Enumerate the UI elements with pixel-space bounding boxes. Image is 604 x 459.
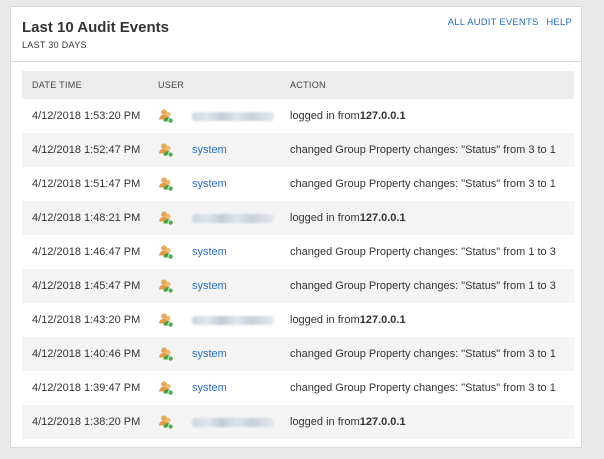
user-link[interactable]: system — [192, 382, 227, 394]
column-header-user: USER — [158, 80, 185, 90]
event-action: changed Group Property changes: "Status"… — [290, 337, 556, 371]
action-text: logged in from — [290, 110, 360, 122]
redacted-username[interactable] — [192, 111, 274, 121]
event-action: logged in from 127.0.0.1 — [290, 303, 406, 337]
table-row: 4/12/2018 1:38:20 PM logged in from 127.… — [22, 405, 574, 439]
widget-title: Last 10 Audit Events — [22, 19, 169, 36]
event-user: system — [192, 269, 227, 303]
event-user: system — [192, 235, 227, 269]
audit-events-widget: Last 10 Audit Events LAST 30 DAYS ALL AU… — [10, 6, 582, 448]
event-date: 4/12/2018 1:39:47 PM — [32, 382, 141, 394]
user-link[interactable]: system — [192, 246, 227, 258]
action-ip-address: 127.0.0.1 — [359, 212, 406, 224]
event-action: changed Group Property changes: "Status"… — [290, 235, 556, 269]
event-date: 4/12/2018 1:45:47 PM — [32, 280, 141, 292]
event-user — [192, 405, 274, 439]
user-group-icon — [158, 303, 174, 337]
event-action: logged in from 127.0.0.1 — [290, 201, 406, 235]
action-text: changed Group Property changes: "Status"… — [290, 144, 556, 156]
redacted-username[interactable] — [192, 417, 274, 427]
user-group-icon — [158, 337, 174, 371]
event-date: 4/12/2018 1:48:21 PM — [32, 212, 141, 224]
action-text: logged in from — [290, 212, 360, 224]
event-action: logged in from 127.0.0.1 — [290, 99, 406, 133]
table-row: 4/12/2018 1:43:20 PM logged in from 127.… — [22, 303, 574, 337]
table-header-row: DATE TIME USER ACTION — [22, 71, 574, 99]
redacted-username[interactable] — [192, 315, 274, 325]
event-date: 4/12/2018 1:40:46 PM — [32, 348, 141, 360]
action-text: logged in from — [290, 314, 360, 326]
table-row: 4/12/2018 1:45:47 PM system changed Grou… — [22, 269, 574, 303]
action-ip-address: 127.0.0.1 — [359, 314, 406, 326]
user-link[interactable]: system — [192, 178, 227, 190]
user-group-icon — [158, 201, 174, 235]
table-row: 4/12/2018 1:40:46 PM system changed Grou… — [22, 337, 574, 371]
event-user — [192, 303, 274, 337]
help-link[interactable]: HELP — [546, 17, 572, 28]
event-user: system — [192, 337, 227, 371]
table-row: 4/12/2018 1:39:47 PM system changed Grou… — [22, 371, 574, 405]
audit-events-table: DATE TIME USER ACTION 4/12/2018 1:53:20 … — [22, 71, 574, 439]
event-date: 4/12/2018 1:43:20 PM — [32, 314, 141, 326]
event-action: changed Group Property changes: "Status"… — [290, 371, 556, 405]
user-group-icon — [158, 133, 174, 167]
event-user — [192, 99, 274, 133]
event-date: 4/12/2018 1:38:20 PM — [32, 416, 141, 428]
action-text: changed Group Property changes: "Status"… — [290, 246, 556, 258]
table-body: 4/12/2018 1:53:20 PM logged in from 127.… — [22, 99, 574, 439]
event-action: changed Group Property changes: "Status"… — [290, 167, 556, 201]
user-link[interactable]: system — [192, 348, 227, 360]
table-row: 4/12/2018 1:48:21 PM logged in from 127.… — [22, 201, 574, 235]
widget-header: Last 10 Audit Events LAST 30 DAYS ALL AU… — [11, 7, 581, 62]
event-date: 4/12/2018 1:46:47 PM — [32, 246, 141, 258]
event-date: 4/12/2018 1:51:47 PM — [32, 178, 141, 190]
event-date: 4/12/2018 1:53:20 PM — [32, 110, 141, 122]
column-header-action: ACTION — [290, 80, 326, 90]
action-ip-address: 127.0.0.1 — [359, 416, 406, 428]
event-date: 4/12/2018 1:52:47 PM — [32, 144, 141, 156]
user-group-icon — [158, 167, 174, 201]
event-user: system — [192, 371, 227, 405]
event-user: system — [192, 167, 227, 201]
table-row: 4/12/2018 1:51:47 PM system changed Grou… — [22, 167, 574, 201]
event-user: system — [192, 133, 227, 167]
header-links: ALL AUDIT EVENTS HELP — [448, 17, 572, 28]
event-user — [192, 201, 274, 235]
event-action: changed Group Property changes: "Status"… — [290, 133, 556, 167]
all-audit-events-link[interactable]: ALL AUDIT EVENTS — [448, 17, 539, 28]
action-text: logged in from — [290, 416, 360, 428]
action-text: changed Group Property changes: "Status"… — [290, 178, 556, 190]
action-text: changed Group Property changes: "Status"… — [290, 280, 556, 292]
user-link[interactable]: system — [192, 144, 227, 156]
action-text: changed Group Property changes: "Status"… — [290, 382, 556, 394]
user-group-icon — [158, 99, 174, 133]
table-row: 4/12/2018 1:52:47 PM system changed Grou… — [22, 133, 574, 167]
action-ip-address: 127.0.0.1 — [359, 110, 406, 122]
user-link[interactable]: system — [192, 280, 227, 292]
widget-subtitle: LAST 30 DAYS — [22, 40, 87, 50]
action-text: changed Group Property changes: "Status"… — [290, 348, 556, 360]
user-group-icon — [158, 371, 174, 405]
user-group-icon — [158, 269, 174, 303]
table-row: 4/12/2018 1:46:47 PM system changed Grou… — [22, 235, 574, 269]
table-row: 4/12/2018 1:53:20 PM logged in from 127.… — [22, 99, 574, 133]
event-action: logged in from 127.0.0.1 — [290, 405, 406, 439]
redacted-username[interactable] — [192, 213, 274, 223]
column-header-date: DATE TIME — [32, 80, 82, 90]
event-action: changed Group Property changes: "Status"… — [290, 269, 556, 303]
user-group-icon — [158, 235, 174, 269]
user-group-icon — [158, 405, 174, 439]
